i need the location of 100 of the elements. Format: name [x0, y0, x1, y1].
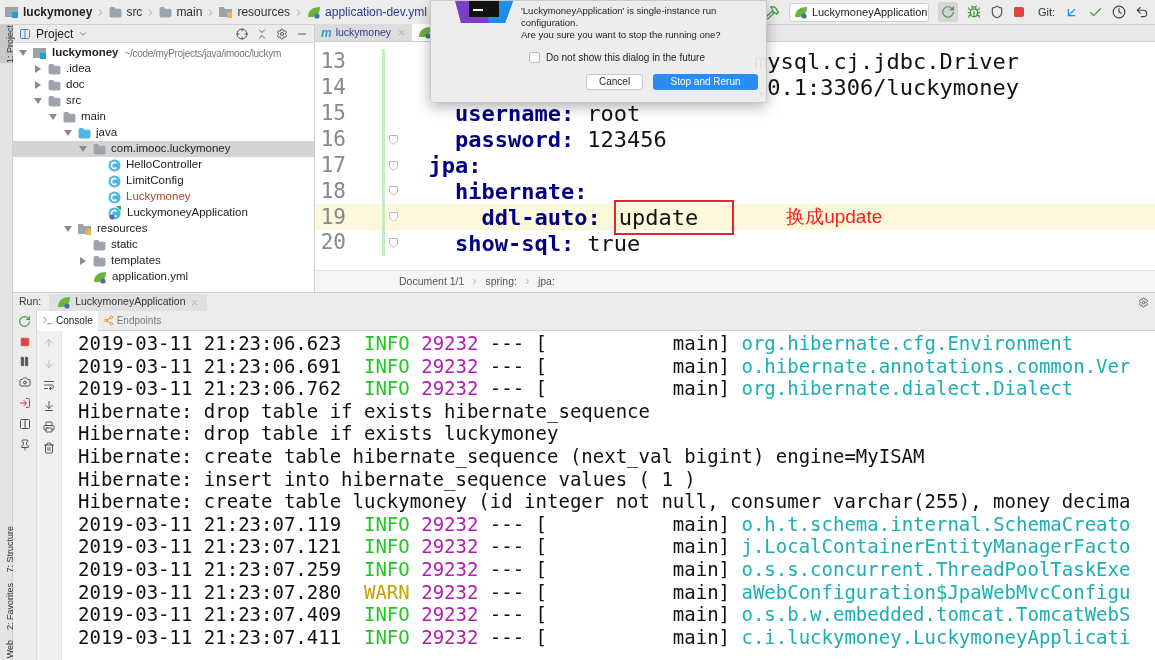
stop-icon[interactable]: [19, 337, 30, 347]
console-line: 2019-03-11 21:23:07.411 INFO 29232 --- [ main] c.i.luckymoney.LuckymoneyApplicati: [78, 625, 1131, 649]
console-line: Hibernate: create table luckymoney (id integer not null, consumer varchar(255), money decima: [78, 490, 1131, 513]
fold-icon[interactable]: [389, 238, 398, 249]
console-line: Hibernate: drop table if exists hibernate_sequence: [78, 399, 650, 423]
expanded-arrow-icon[interactable]: [49, 113, 57, 121]
dialog-question: Are you sure you want to stop the running one?: [521, 29, 722, 41]
expanded-arrow-icon[interactable]: [79, 145, 87, 153]
side-tab[interactable]: 2: Favorites: [0, 582, 13, 630]
breadcrumb-item[interactable]: main: [159, 3, 203, 21]
side-tab[interactable]: 1: Project: [0, 25, 13, 64]
console-line: 2019-03-11 21:23:07.280 WARN 29232 --- [ main] aWebConfiguration$JpaWebMvcConfigu: [78, 580, 1131, 604]
tree-item-label: luckymoney: [52, 45, 119, 61]
editor-tab[interactable]: m luckymoney: [315, 24, 413, 41]
collapsed-arrow-icon[interactable]: [34, 65, 42, 73]
side-tab[interactable]: 7: Structure: [0, 526, 13, 573]
expanded-arrow-icon[interactable]: [64, 129, 72, 137]
tree-item[interactable]: .idea: [13, 61, 314, 77]
trash-icon[interactable]: [43, 442, 55, 454]
path-text: ~/code/myProjects/java/imooc/luckym: [124, 46, 281, 61]
tree-item[interactable]: static: [13, 237, 314, 253]
breadcrumb-item[interactable]: application-dev.yml: [307, 3, 427, 21]
dialog-button[interactable]: Cancel: [586, 74, 643, 90]
expanded-arrow-icon[interactable]: [34, 97, 42, 105]
folder-icon: [93, 142, 106, 156]
rerun-button[interactable]: [937, 2, 958, 22]
tree-item[interactable]: luckymoney ~/code/myProjects/java/imooc/luckym: [13, 45, 314, 61]
tree-item[interactable]: com.imooc.luckymoney: [13, 141, 314, 157]
build-icon[interactable]: [764, 4, 780, 20]
folder-icon: [48, 62, 61, 76]
tree-item[interactable]: templates: [13, 253, 314, 269]
collapse-icon[interactable]: [256, 27, 268, 40]
folder-icon: [159, 5, 173, 19]
collapsed-arrow-icon[interactable]: [34, 81, 42, 89]
line-number: 13: [319, 48, 346, 76]
pin-icon[interactable]: [18, 439, 31, 451]
print-icon[interactable]: [43, 421, 55, 433]
console-line: 2019-03-11 21:23:06.623 INFO 29232 --- [ main] org.hibernate.cfg.Environment: [78, 332, 1074, 355]
fold-icon[interactable]: [389, 160, 398, 171]
settings-icon[interactable]: [1138, 296, 1149, 308]
run-label: Run:: [19, 294, 42, 310]
tree-item[interactable]: main: [13, 109, 314, 125]
fold-icon[interactable]: [389, 186, 398, 197]
tree-item[interactable]: resources: [13, 221, 314, 237]
side-tab[interactable]: Web: [0, 639, 13, 658]
scroll-to-end-icon[interactable]: [43, 400, 55, 412]
console-line: 2019-03-11 21:23:07.121 INFO 29232 --- [ main] j.LocalContainerEntityManagerFacto: [78, 535, 1131, 558]
collapsed-arrow-icon[interactable]: [79, 257, 87, 265]
class-icon: [108, 158, 121, 172]
breadcrumb-item[interactable]: jpa:: [537, 273, 555, 290]
expanded-arrow-icon[interactable]: [19, 49, 27, 57]
console-tab[interactable]: Console: [37, 310, 98, 331]
breadcrumb-item[interactable]: spring:: [485, 273, 517, 290]
tree-item[interactable]: src: [13, 93, 314, 109]
tree-item-label: LimitConfig: [126, 173, 184, 189]
tree-item-label: static: [111, 237, 138, 253]
tree-item-label: com.imooc.luckymoney: [111, 141, 231, 157]
expanded-arrow-icon[interactable]: [64, 225, 72, 233]
panel-title[interactable]: Project: [36, 24, 74, 43]
tree-item[interactable]: LimitConfig: [13, 173, 314, 189]
locate-icon[interactable]: [236, 27, 248, 40]
fold-icon[interactable]: [389, 212, 398, 223]
line-number: 17: [319, 151, 346, 179]
breadcrumb-item[interactable]: luckymoney: [5, 3, 93, 21]
breadcrumb-item[interactable]: resources: [219, 3, 291, 21]
stop-icon[interactable]: [1012, 6, 1025, 18]
coverage-icon[interactable]: [989, 5, 1004, 19]
endpoints-icon: [102, 315, 114, 326]
module-icon: [33, 47, 47, 59]
tree-item[interactable]: HelloController: [13, 157, 314, 173]
folder-icon: [109, 5, 123, 19]
rerun-icon[interactable]: [18, 315, 31, 328]
tree-item[interactable]: java: [13, 125, 314, 141]
tree-item[interactable]: Luckymoney: [13, 189, 314, 205]
git-label: Git:: [1037, 4, 1055, 20]
console-line: Hibernate: insert into hibernate_sequence values ( 1 ): [78, 467, 696, 491]
layout-icon[interactable]: [18, 418, 31, 430]
run-tab[interactable]: LuckymoneyApplication: [49, 293, 207, 311]
fold-icon[interactable]: [389, 134, 398, 145]
spring-class-icon: [108, 206, 122, 220]
yaml-file-icon: [93, 270, 107, 284]
folder-icon: [93, 254, 106, 268]
debug-icon[interactable]: [966, 5, 981, 19]
camera-icon[interactable]: [18, 376, 31, 388]
exit-icon[interactable]: [18, 397, 31, 409]
tree-item[interactable]: doc: [13, 77, 314, 93]
spring-icon: [793, 5, 808, 19]
class-icon: [108, 174, 121, 188]
soft-wrap-icon[interactable]: [43, 379, 55, 391]
breadcrumb-item[interactable]: src: [109, 3, 143, 21]
run-config-dropdown[interactable]: LuckymoneyApplication: [788, 2, 929, 22]
revert-icon[interactable]: [1135, 5, 1149, 19]
tree-item[interactable]: application.yml: [13, 269, 314, 285]
console-tab[interactable]: Endpoints: [97, 310, 167, 331]
pause-icon[interactable]: [19, 356, 30, 367]
history-icon[interactable]: [1112, 5, 1126, 19]
breadcrumb-item[interactable]: Document 1/1: [399, 273, 465, 290]
settings-icon[interactable]: [276, 27, 288, 40]
folder-icon: [48, 94, 61, 108]
tree-item[interactable]: LuckymoneyApplication: [13, 205, 314, 221]
